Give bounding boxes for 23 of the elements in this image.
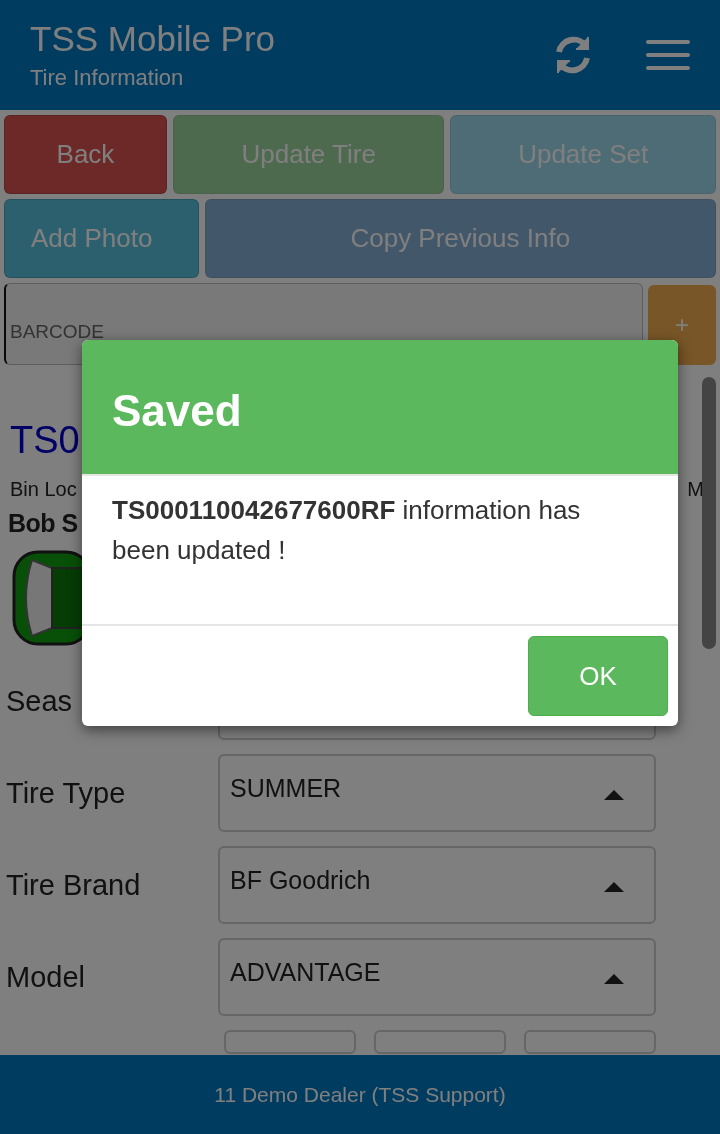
page-subtitle: Tire Information: [30, 65, 185, 91]
field-label: Tire Type: [6, 776, 127, 810]
app-title: TSS Mobile Pro: [30, 19, 277, 59]
field-label: Seas: [6, 684, 74, 718]
scrollbar[interactable]: [702, 377, 716, 649]
ok-button[interactable]: OK: [528, 636, 668, 716]
select-field[interactable]: ADVANTAGE: [218, 938, 656, 1016]
field-label: Model: [6, 960, 86, 994]
select-field[interactable]: SUMMER: [218, 754, 656, 832]
bin-location-text: M: [687, 478, 704, 501]
dialog-title: Saved: [112, 386, 242, 436]
caret-icon: [604, 882, 624, 892]
dealer-text: 11 Demo Dealer (TSS Support): [214, 1082, 506, 1107]
caret-icon: [604, 974, 624, 984]
field-label: Tire Brand: [6, 868, 142, 902]
action-button[interactable]: Add Photo: [4, 199, 199, 278]
action-button[interactable]: Back: [4, 115, 167, 194]
caret-icon: [604, 790, 624, 800]
select-field[interactable]: BF Goodrich: [218, 846, 656, 924]
bin-location-text: Bin Loc: [10, 478, 77, 501]
dialog-message: TS000110042677600RF information has been updated !: [112, 494, 582, 567]
owner-name: Bob S: [8, 509, 78, 538]
menu-icon[interactable]: [646, 39, 690, 71]
